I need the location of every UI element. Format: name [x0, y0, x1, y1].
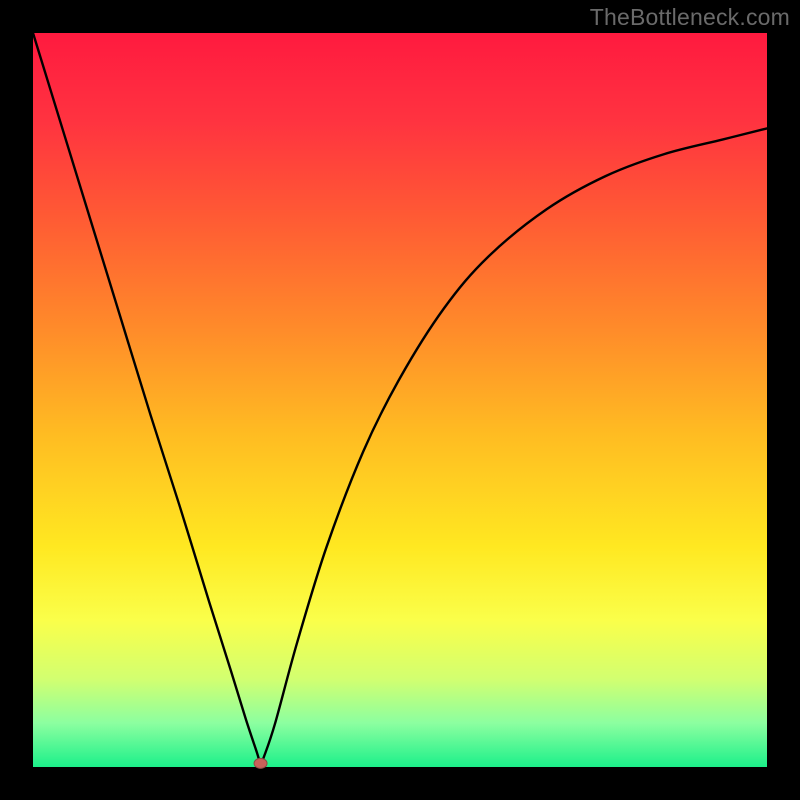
plot-background — [33, 33, 767, 767]
chart-svg — [0, 0, 800, 800]
watermark-text: TheBottleneck.com — [590, 4, 790, 31]
min-point-marker — [254, 758, 267, 768]
chart-frame: TheBottleneck.com — [0, 0, 800, 800]
